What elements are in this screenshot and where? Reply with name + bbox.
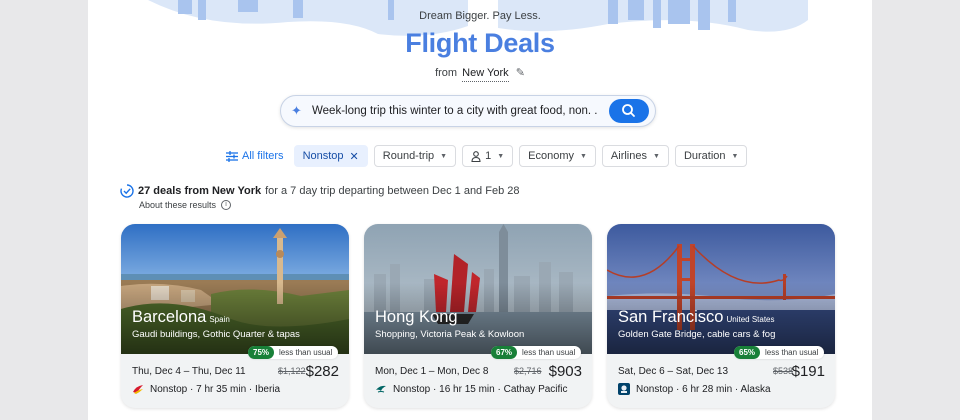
original-price: $2,716 bbox=[514, 366, 542, 376]
summary-text: for a 7 day trip departing between Dec 1… bbox=[265, 185, 520, 197]
search-button[interactable] bbox=[609, 99, 649, 123]
deal-price: $282 bbox=[305, 363, 339, 380]
filter-chip-trip-type[interactable]: Round-trip ▼ bbox=[373, 145, 457, 167]
original-price: $538 bbox=[773, 366, 794, 376]
flight-details: Nonstop · 7 hr 35 min · Iberia bbox=[150, 383, 281, 395]
price-drop-badge: 65% less than usual bbox=[734, 346, 825, 359]
filter-chip-nonstop[interactable]: Nonstop ✕ bbox=[293, 145, 368, 167]
filter-chip-cabin-class[interactable]: Economy ▼ bbox=[519, 145, 596, 167]
pencil-icon[interactable]: ✎ bbox=[516, 66, 525, 79]
chip-label: 1 bbox=[485, 150, 492, 162]
caret-down-icon: ▼ bbox=[653, 152, 660, 160]
deal-price: $191 bbox=[791, 363, 825, 380]
flight-details: Nonstop · 16 hr 15 min · Cathay Pacific bbox=[393, 383, 568, 395]
filter-bar: All filters Nonstop ✕ Round-trip ▼ 1 ▼ E… bbox=[226, 145, 748, 167]
discount-percent: 65% bbox=[734, 346, 761, 359]
destination-description: Golden Gate Bridge, cable cars & fog bbox=[618, 329, 776, 340]
person-icon bbox=[471, 150, 481, 162]
tagline: Dream Bigger. Pay Less. bbox=[419, 10, 541, 22]
page-title: Flight Deals bbox=[405, 28, 555, 58]
destination-city: San Francisco United States bbox=[618, 308, 775, 327]
discount-percent: 75% bbox=[248, 346, 275, 359]
destination-city: Barcelona Spain bbox=[132, 308, 230, 327]
chip-label: Airlines bbox=[610, 150, 647, 162]
destination-description: Gaudi buildings, Gothic Quarter & tapas bbox=[132, 329, 300, 340]
badge-text: less than usual bbox=[279, 348, 333, 357]
flight-info: Nonstop · 16 hr 15 min · Cathay Pacific bbox=[375, 383, 568, 395]
search-input[interactable]: Week-long trip this winter to a city wit… bbox=[312, 105, 598, 117]
caret-down-icon: ▼ bbox=[579, 152, 587, 160]
deal-card-barcelona[interactable]: Barcelona Spain Gaudi buildings, Gothic Q… bbox=[121, 224, 349, 408]
flight-info: Nonstop · 7 hr 35 min · Iberia bbox=[132, 383, 280, 395]
destination-city: Hong Kong bbox=[375, 308, 458, 327]
sparkle-icon: ✦ bbox=[291, 103, 302, 118]
airline-logo-icon bbox=[133, 385, 143, 394]
all-filters-button[interactable]: All filters bbox=[226, 145, 284, 167]
search-box[interactable]: ✦ Week-long trip this winter to a city w… bbox=[280, 95, 656, 127]
deal-card-hong-kong[interactable]: Hong Kong Shopping, Victoria Peak & Kowl… bbox=[364, 224, 592, 408]
filter-chip-duration[interactable]: Duration ▼ bbox=[674, 145, 748, 167]
badge-check-icon bbox=[120, 184, 134, 198]
chip-label: Round-trip bbox=[382, 150, 435, 162]
about-label: About these results bbox=[139, 200, 217, 210]
badge-text: less than usual bbox=[522, 348, 576, 357]
original-price: $1,122 bbox=[278, 366, 306, 376]
all-filters-label: All filters bbox=[242, 150, 284, 162]
from-label: from bbox=[435, 67, 458, 79]
chip-label: Economy bbox=[528, 150, 574, 162]
country-name: Spain bbox=[209, 315, 230, 324]
about-results-link[interactable]: About these results i bbox=[139, 200, 232, 210]
close-icon[interactable]: ✕ bbox=[350, 150, 359, 163]
discount-percent: 67% bbox=[491, 346, 518, 359]
city-name: Barcelona bbox=[132, 308, 207, 326]
search-icon bbox=[622, 104, 635, 117]
flight-details: Nonstop · 6 hr 28 min · Alaska bbox=[636, 383, 771, 395]
trip-dates: Mon, Dec 1 – Mon, Dec 8 bbox=[375, 366, 489, 377]
city-name: San Francisco bbox=[618, 308, 724, 326]
filter-sliders-icon bbox=[226, 150, 238, 162]
city-name: Hong Kong bbox=[375, 308, 458, 326]
filter-chip-passengers[interactable]: 1 ▼ bbox=[462, 145, 514, 167]
destination-description: Shopping, Victoria Peak & Kowloon bbox=[375, 329, 525, 340]
chip-label: Nonstop bbox=[302, 150, 344, 162]
country-name: United States bbox=[726, 315, 775, 324]
deal-card-san-francisco[interactable]: San Francisco United States Golden Gate B… bbox=[607, 224, 835, 408]
results-summary: 27 deals from New York for a 7 day trip … bbox=[120, 184, 519, 198]
flight-deals-page: Dream Bigger. Pay Less. Flight Deals fro… bbox=[88, 0, 872, 420]
flight-info: Nonstop · 6 hr 28 min · Alaska bbox=[618, 383, 771, 395]
chip-label: Duration bbox=[683, 150, 726, 162]
badge-text: less than usual bbox=[765, 348, 819, 357]
info-icon[interactable]: i bbox=[221, 200, 232, 210]
trip-dates: Thu, Dec 4 – Thu, Dec 11 bbox=[132, 366, 246, 377]
deal-count: 27 deals from New York bbox=[138, 185, 262, 197]
deal-price: $903 bbox=[548, 363, 582, 380]
price-drop-badge: 67% less than usual bbox=[491, 346, 582, 359]
trip-dates: Sat, Dec 6 – Sat, Dec 13 bbox=[618, 366, 729, 377]
filter-chip-airlines[interactable]: Airlines ▼ bbox=[601, 145, 669, 167]
caret-down-icon: ▼ bbox=[497, 152, 505, 160]
caret-down-icon: ▼ bbox=[440, 152, 448, 160]
price-drop-badge: 75% less than usual bbox=[248, 346, 339, 359]
origin-row: from New York ✎ bbox=[88, 66, 872, 82]
origin-city-selector[interactable]: New York bbox=[462, 67, 509, 82]
caret-down-icon: ▼ bbox=[731, 152, 739, 160]
airline-logo-icon bbox=[618, 383, 630, 395]
airline-logo-icon bbox=[376, 385, 386, 393]
